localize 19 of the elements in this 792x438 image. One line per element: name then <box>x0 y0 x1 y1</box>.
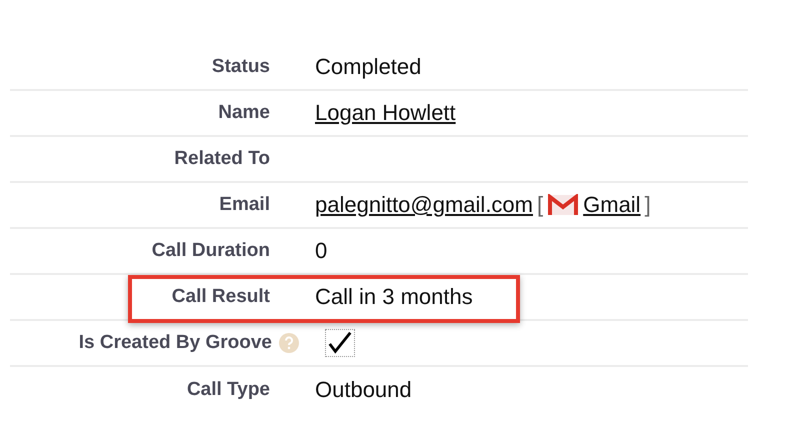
name-link[interactable]: Logan Howlett <box>315 100 456 126</box>
gmail-link[interactable]: Gmail <box>583 192 641 218</box>
field-value: Outbound <box>315 377 412 403</box>
field-label: Email <box>219 194 270 216</box>
help-icon[interactable] <box>278 332 300 354</box>
field-value: 0 <box>315 238 328 264</box>
field-label: Related To <box>174 148 270 170</box>
field-label: Call Type <box>186 379 270 401</box>
bracket: ] <box>644 192 651 218</box>
field-label: Status <box>212 56 270 78</box>
field-label: Call Duration <box>152 240 270 262</box>
field-value: Call in 3 months <box>315 284 473 310</box>
bracket: [ <box>537 192 544 218</box>
field-label: Name <box>218 102 270 124</box>
field-label: Is Created By Groove <box>78 332 272 354</box>
field-value: Completed <box>315 54 422 80</box>
field-label: Call Result <box>172 286 270 308</box>
email-link[interactable]: palegnitto@gmail.com <box>315 192 533 218</box>
mail-icon <box>547 194 580 216</box>
